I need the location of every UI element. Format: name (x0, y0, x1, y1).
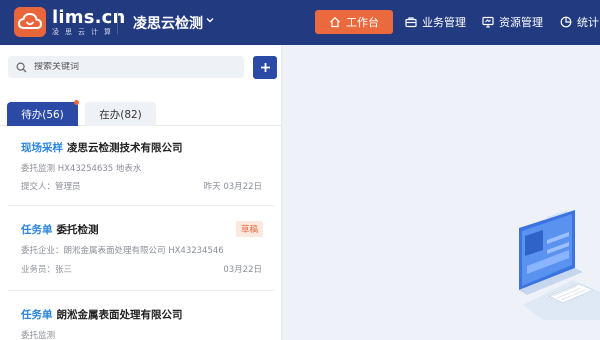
list-item[interactable]: 任务单 委托检测 草稿 委托企业：朗淞金属表面处理有限公司 HX43234546 … (0, 210, 281, 290)
monitor-icon (482, 16, 494, 28)
status-badge: 草稿 (235, 221, 263, 237)
pie-chart-icon (560, 16, 572, 28)
tab-in-progress-label: 在办(82) (99, 108, 142, 121)
tab-in-progress[interactable]: 在办(82) (85, 102, 156, 126)
card-title-text: 朗淞金属表面处理有限公司 (56, 309, 183, 321)
card-title: 任务单 朗淞金属表面处理有限公司 (21, 307, 183, 322)
card-type-tag: 任务单 (21, 309, 53, 321)
nav-statistics[interactable]: 统计 (560, 10, 599, 34)
workspace-area (283, 45, 600, 340)
add-button[interactable] (253, 56, 277, 79)
nav-statistics-label: 统计 (577, 16, 599, 29)
plus-icon (260, 63, 270, 72)
dashboard-illustration (519, 210, 600, 320)
nav-workbench-label: 工作台 (346, 16, 379, 29)
list-item[interactable]: 任务单 朗淞金属表面处理有限公司 委托监测 (0, 295, 281, 340)
card-detail: 委托监测 HX43254635 地表水 (21, 164, 142, 174)
cloud-logo-icon (14, 7, 46, 37)
card-salesperson: 业务员：张三 (21, 265, 73, 275)
card-title-text: 委托检测 (56, 224, 99, 236)
company-selector[interactable]: 凌思云检测 (133, 13, 203, 33)
task-tabs: 待办(56) 在办(82) (0, 100, 281, 126)
card-title-text: 凌思云检测技术有限公司 (67, 142, 183, 154)
list-divider (8, 290, 274, 291)
card-title: 现场采样 凌思云检测技术有限公司 (21, 140, 183, 155)
briefcase-icon (405, 17, 417, 28)
nav-business-label: 业务管理 (422, 16, 466, 29)
tab-todo[interactable]: 待办(56) (7, 100, 79, 126)
card-type-tag: 任务单 (21, 224, 53, 236)
header-divider (117, 12, 118, 34)
chevron-down-icon[interactable] (205, 15, 215, 25)
logo-subtitle: 凌思云计算 (52, 27, 117, 36)
card-date: 03月22日 (223, 265, 262, 275)
card-detail: 委托监测 (21, 331, 56, 340)
notification-dot (74, 100, 79, 105)
nav-workbench[interactable]: 工作台 (315, 10, 393, 34)
task-list-panel: 待办(56) 在办(82) 现场采样凌思云检测技术有限公司 委托监测 HX432… (0, 45, 282, 340)
nav-resource-label: 资源管理 (499, 16, 543, 29)
list-divider (8, 205, 274, 206)
nav-resource-management[interactable]: 资源管理 (482, 10, 543, 34)
tab-todo-label: 待办(56) (21, 108, 64, 121)
search-icon (16, 61, 27, 72)
app-logo[interactable]: lims.cn 凌思云计算 (14, 7, 126, 37)
search-input[interactable] (34, 62, 234, 72)
nav-business-management[interactable]: 业务管理 (405, 10, 466, 34)
card-type-tag: 现场采样 (21, 142, 63, 154)
card-title: 任务单 委托检测 (21, 222, 99, 237)
card-date: 昨天 03月22日 (203, 182, 262, 192)
logo-title: lims.cn (52, 6, 126, 28)
home-icon (330, 16, 340, 28)
search-box[interactable] (8, 56, 244, 78)
card-submitter: 提交人：管理员 (21, 182, 81, 192)
card-detail: 委托企业：朗淞金属表面处理有限公司 HX43234546 (21, 246, 224, 256)
list-item[interactable]: 现场采样 凌思云检测技术有限公司 委托监测 HX43254635 地表水 提交人：… (0, 128, 281, 200)
top-navbar: lims.cn 凌思云计算 凌思云检测 工作台 业务管理 资源管理 统计 (0, 0, 600, 45)
